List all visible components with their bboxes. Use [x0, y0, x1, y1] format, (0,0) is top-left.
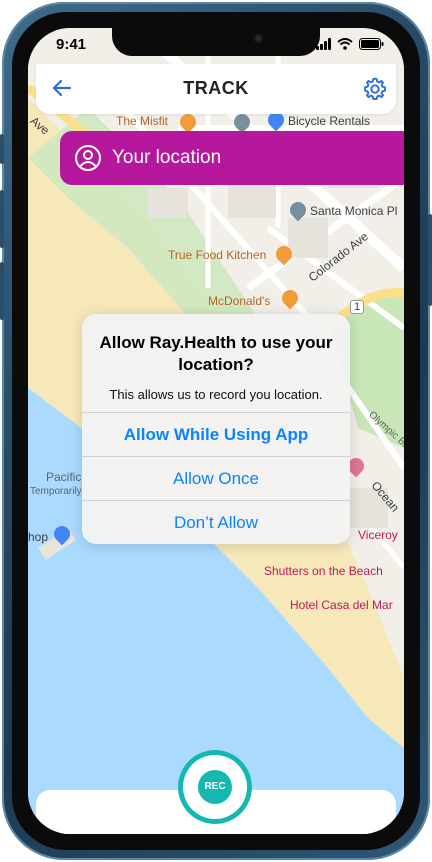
your-location-label: Your location: [112, 147, 222, 168]
map-label-santa-monica[interactable]: Santa Monica Pl: [310, 204, 397, 218]
your-location-bar[interactable]: Your location: [60, 131, 404, 185]
page-title: TRACK: [183, 78, 249, 98]
map-label-true-food[interactable]: True Food Kitchen: [168, 248, 266, 262]
map-label-shop[interactable]: hop: [28, 530, 48, 544]
map-label-casa-del-mar[interactable]: Hotel Casa del Mar: [290, 598, 393, 612]
user-circle-icon: [75, 145, 101, 171]
location-permission-dialog: Allow Ray.Health to use your location? T…: [82, 314, 350, 544]
route-shield: 1: [350, 300, 365, 314]
dialog-message: This allows us to record you location.: [109, 387, 323, 402]
map-label-viceroy[interactable]: Viceroy: [358, 528, 398, 542]
wifi-icon: [337, 38, 353, 50]
top-app-bar: TRACK: [36, 64, 396, 114]
battery-icon: [359, 38, 384, 50]
cellular-signal-icon: [316, 38, 331, 50]
volume-up-button: [0, 190, 4, 248]
status-time: 9:41: [56, 36, 87, 53]
gear-icon[interactable]: [362, 76, 388, 102]
front-camera: [254, 34, 263, 43]
dialog-title: Allow Ray.Health to use your location?: [99, 333, 333, 374]
notch: [112, 28, 320, 56]
map-label-misfit[interactable]: The Misfit: [116, 114, 168, 128]
dont-allow-button[interactable]: Don’t Allow: [82, 500, 350, 544]
status-bar: 9:41: [28, 28, 404, 64]
status-icons: [316, 38, 384, 50]
volume-down-button: [0, 262, 4, 320]
allow-once-button[interactable]: Allow Once: [82, 456, 350, 501]
map-label-shutters[interactable]: Shutters on the Beach: [264, 564, 383, 578]
map-label-pacific[interactable]: Pacific: [46, 470, 81, 484]
map-label-temporarily: Temporarily: [30, 486, 82, 497]
allow-while-using-button[interactable]: Allow While Using App: [82, 412, 350, 457]
map-label-bicycle-rentals[interactable]: Bicycle Rentals: [288, 114, 370, 128]
map-label-mcdonalds[interactable]: McDonald's: [208, 294, 270, 308]
power-button: [428, 214, 432, 306]
record-button[interactable]: REC: [198, 770, 232, 804]
mute-switch: [0, 134, 4, 164]
screen: The Misfit Bicycle Rentals Santa Monica …: [28, 28, 404, 834]
